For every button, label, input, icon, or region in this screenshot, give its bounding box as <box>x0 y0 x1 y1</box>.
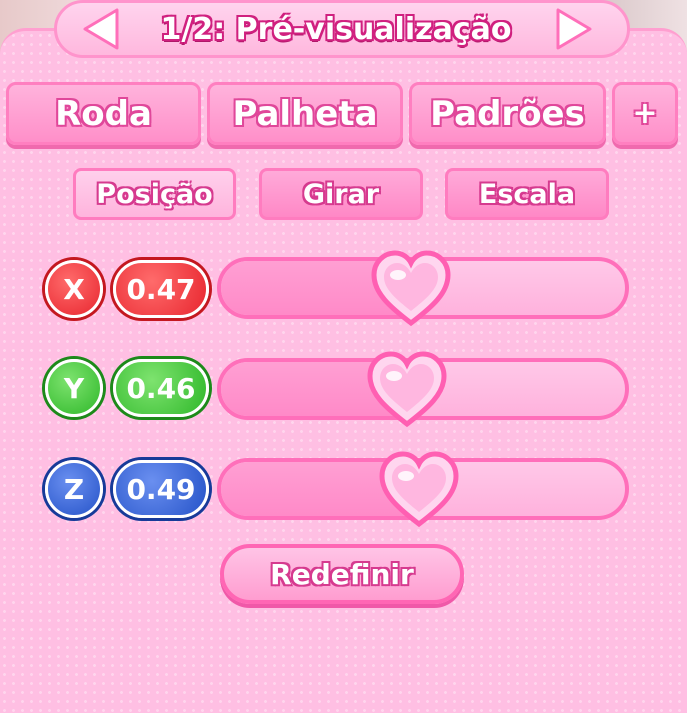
tab-roda[interactable]: Roda <box>6 82 201 145</box>
heart-icon <box>371 250 451 327</box>
subtab-escala[interactable]: Escala <box>445 168 609 220</box>
slider-x[interactable] <box>217 250 629 327</box>
slider-y[interactable] <box>217 351 629 428</box>
heart-handle-y[interactable] <box>366 350 448 428</box>
axis-badge-y: Y <box>45 359 103 417</box>
subtab-posicao[interactable]: Posição <box>73 168 236 220</box>
tab-padroes[interactable]: Padrões <box>409 82 606 145</box>
subtab-girar[interactable]: Girar <box>259 168 423 220</box>
heart-icon <box>367 351 447 428</box>
axis-badge-z: Z <box>45 460 103 518</box>
tab-more[interactable]: + <box>612 82 678 145</box>
chevron-left-icon <box>83 8 119 50</box>
value-y: 0.46 <box>113 359 209 417</box>
chevron-right-icon <box>556 8 592 50</box>
prev-button[interactable] <box>78 4 124 54</box>
slider-z[interactable] <box>217 451 629 528</box>
page-title: 1/2: Pré-visualização <box>160 11 512 47</box>
tab-palheta[interactable]: Palheta <box>207 82 403 145</box>
value-x: 0.47 <box>113 260 209 318</box>
heart-handle-x[interactable] <box>370 249 452 327</box>
reset-button[interactable]: Redefinir <box>220 544 464 604</box>
value-z: 0.49 <box>113 460 209 518</box>
next-button[interactable] <box>551 4 597 54</box>
axis-badge-x: X <box>45 260 103 318</box>
heart-handle-z[interactable] <box>378 450 460 528</box>
heart-icon <box>379 451 459 528</box>
